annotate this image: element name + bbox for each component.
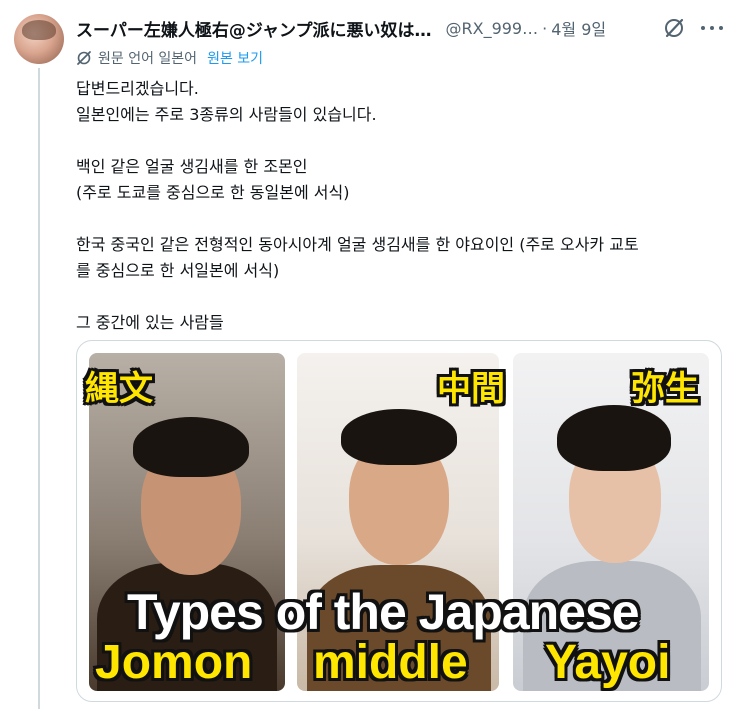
translation-label: 원문 언어 일본어 [98,51,198,67]
tweet-line: 일본인에는 주로 3종류의 사람들이 있습니다. [76,105,377,124]
more-dot [719,26,723,30]
kanji-label-jomon: 縄文 [85,369,153,409]
tweet-line: 그 중간에 있는 사람들 [76,313,224,332]
tweet-line: 백인 같은 얼굴 생김새를 한 조몬인 [76,157,308,176]
media-image[interactable]: 縄文 中間 弥生 Types of the Japanese Jomon mid… [76,340,722,702]
more-dot [710,26,714,30]
user-handle[interactable]: @RX_999… [445,19,538,38]
label-jomon: Jomon [95,636,253,689]
translate-icon [77,51,91,65]
tweet-line: (주로 도쿄를 중심으로 한 동일본에 서식) [76,183,350,202]
tweet-header: スーパー左嫌人極右@ジャンプ派に悪い奴は… @RX_999… · 4월 9일 [76,14,737,42]
more-dot [701,26,705,30]
show-original-link[interactable]: 원본 보기 [207,48,263,68]
display-name[interactable]: スーパー左嫌人極右@ジャンプ派に悪い奴は… [76,16,431,41]
kanji-label-yayoi: 弥生 [631,369,699,409]
label-yayoi: Yayoi [545,636,671,689]
thread-line [38,68,40,709]
translation-bar: 원문 언어 일본어 원본 보기 [76,46,263,70]
grok-icon[interactable] [663,17,685,39]
tweet-line: 한국 중국인 같은 전형적인 동아시아계 얼굴 생김새를 한 야요이인 (주로 … [76,235,639,254]
tweet-line: 를 중심으로 한 서일본에 서식) [76,261,280,280]
post-date[interactable]: 4월 9일 [551,16,606,40]
tweet-line: 답변드리겠습니다. [76,79,199,98]
separator-dot: · [542,18,548,38]
more-icon[interactable] [701,17,723,39]
tweet-text: 답변드리겠습니다. 일본인에는 주로 3종류의 사람들이 있습니다. 백인 같은… [76,76,736,336]
image-caption: Types of the Japanese [127,584,640,640]
kanji-label-middle: 中間 [437,369,505,409]
avatar[interactable] [14,14,64,64]
label-middle: middle [313,636,468,689]
